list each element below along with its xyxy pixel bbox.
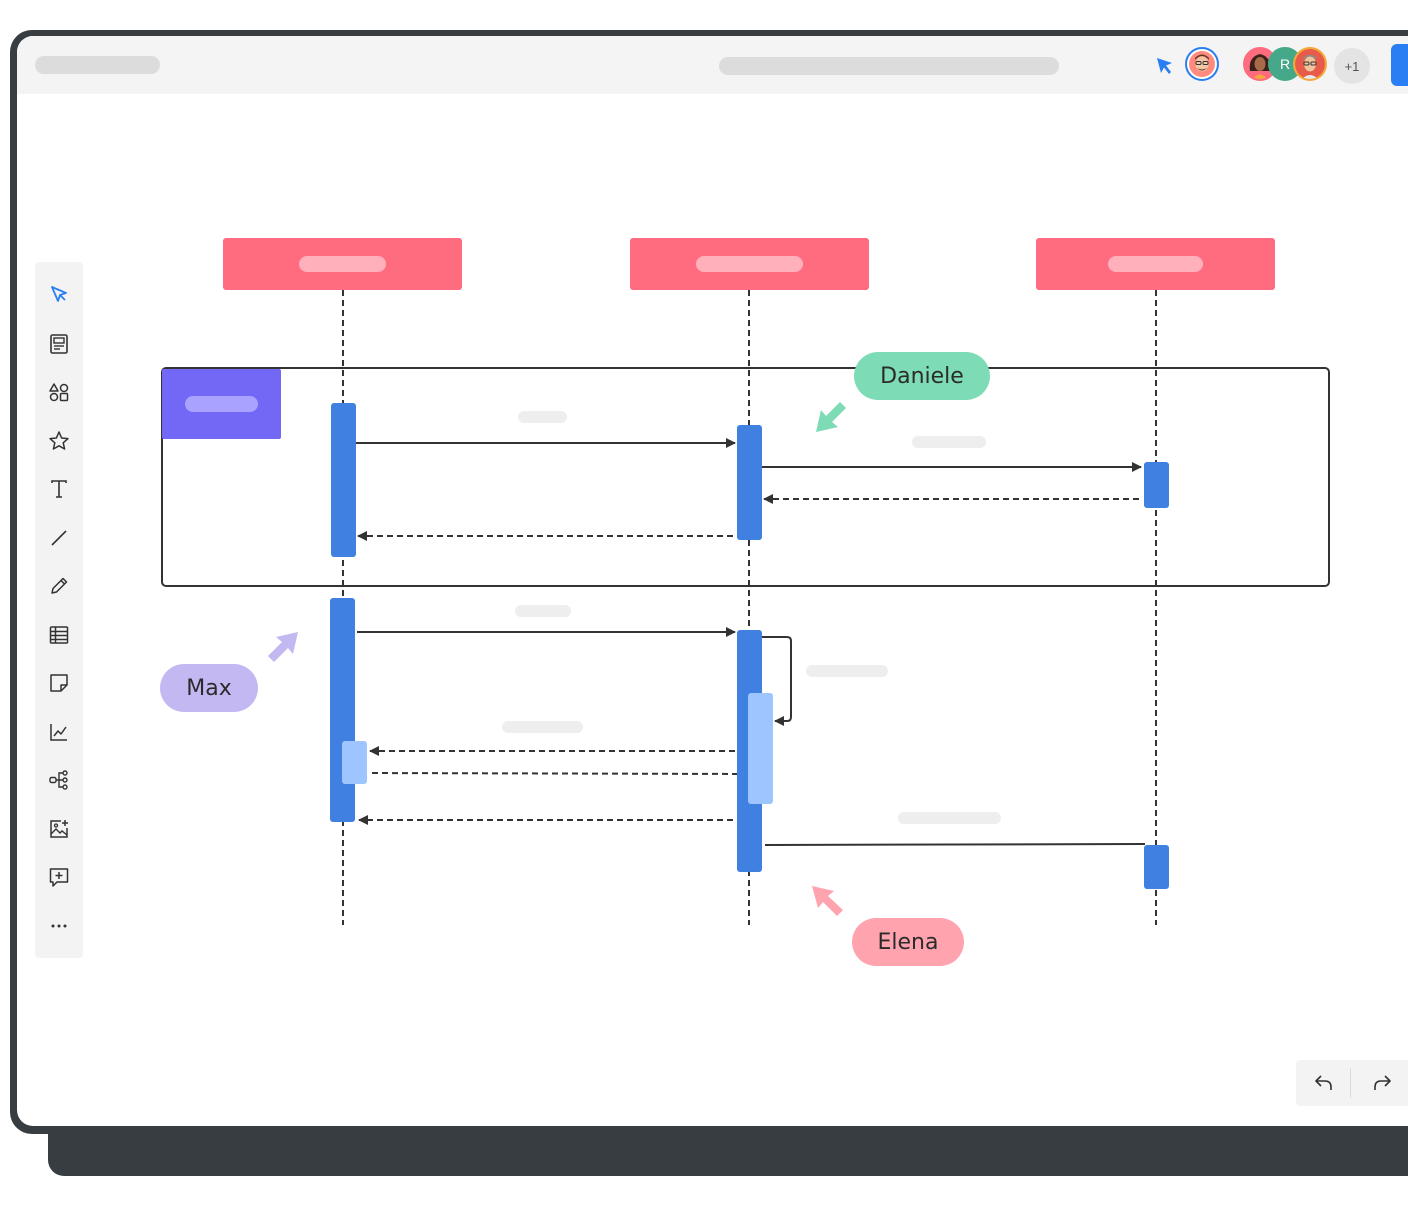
return-line[interactable] (367, 772, 749, 775)
nested-activation-bar[interactable] (748, 693, 773, 804)
cursor-label-max: Max (160, 664, 258, 712)
activation-bar[interactable] (1144, 462, 1169, 508)
message-label-placeholder (912, 436, 986, 448)
tool-sidebar (35, 262, 83, 958)
activation-bar[interactable] (330, 598, 355, 822)
pen-icon[interactable] (47, 574, 71, 598)
line-icon[interactable] (47, 526, 71, 550)
comment-add-icon[interactable] (47, 865, 71, 889)
message-label-placeholder (806, 665, 888, 677)
text-icon[interactable] (47, 477, 71, 501)
activation-bar[interactable] (737, 425, 762, 540)
app-screen: R +1 Daniele Max Elena (17, 36, 1408, 1126)
history-controls (1296, 1060, 1408, 1106)
participant-1[interactable] (223, 238, 462, 290)
image-upload-icon[interactable] (47, 817, 71, 841)
shapes-icon[interactable] (47, 380, 71, 404)
message-label-placeholder (518, 411, 567, 423)
table-icon[interactable] (47, 623, 71, 647)
nested-activation-bar[interactable] (342, 741, 367, 784)
undo-icon[interactable] (1312, 1071, 1336, 1095)
daniele-cursor-icon (816, 402, 846, 432)
mind-map-icon[interactable] (47, 768, 71, 792)
redo-icon[interactable] (1370, 1071, 1394, 1095)
activation-bar[interactable] (1144, 845, 1169, 889)
elena-cursor-icon (812, 886, 843, 916)
max-cursor-icon (268, 632, 298, 662)
participant-2[interactable] (630, 238, 869, 290)
template-icon[interactable] (47, 332, 71, 356)
chart-icon[interactable] (47, 720, 71, 744)
message-label-placeholder (502, 721, 583, 733)
star-icon[interactable] (47, 429, 71, 453)
message-label-placeholder (515, 605, 571, 617)
fragment-tag[interactable] (162, 369, 281, 439)
activation-bar[interactable] (331, 403, 356, 557)
message-label-placeholder (898, 812, 1001, 824)
participant-3[interactable] (1036, 238, 1275, 290)
select-arrow-icon[interactable] (47, 283, 71, 307)
history-divider (1350, 1068, 1351, 1098)
message-line[interactable] (764, 843, 1146, 846)
sequence-diagram (161, 238, 1330, 925)
cursor-label-elena: Elena (852, 918, 964, 966)
sticky-note-icon[interactable] (47, 671, 71, 695)
cursor-label-daniele: Daniele (854, 352, 990, 400)
more-icon[interactable] (47, 914, 71, 938)
